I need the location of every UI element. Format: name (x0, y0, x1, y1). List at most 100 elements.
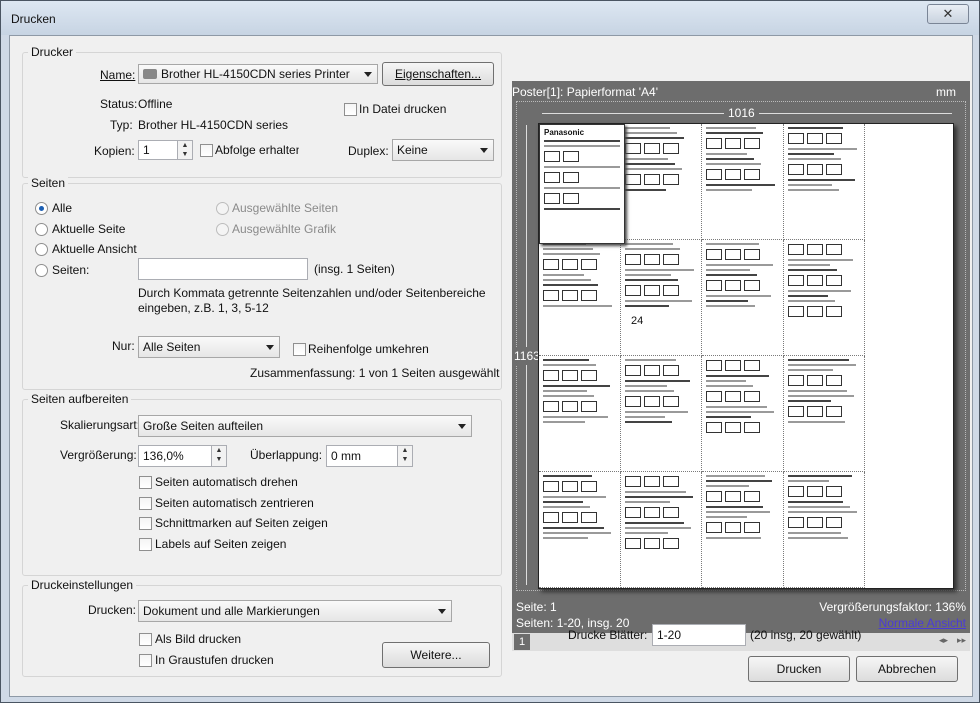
width-dimension: 1016 (724, 106, 759, 120)
print-dialog-window: Drucken ✕ Drucker Name: Brother HL-4150C… (0, 0, 980, 703)
chevron-down-icon (364, 72, 372, 77)
copies-stepper[interactable]: ▲ ▼ (177, 140, 193, 160)
scaling-value: Große Seiten aufteilen (143, 419, 264, 433)
tile-logo: Panasonic (544, 128, 585, 137)
radio-pages[interactable] (35, 264, 48, 277)
overlap-stepper[interactable]: ▲ ▼ (397, 445, 413, 467)
page-info: Seite: 1 (516, 600, 557, 614)
chevron-down-icon (438, 609, 446, 614)
spin-down-icon[interactable]: ▼ (212, 455, 226, 464)
duplex-label: Duplex: (348, 144, 389, 158)
overlap-input[interactable]: 0 mm (326, 445, 398, 467)
printer-icon (143, 69, 157, 79)
spin-up-icon[interactable]: ▲ (178, 141, 192, 150)
scaling-select[interactable]: Große Seiten aufteilen (138, 415, 472, 437)
preview-unit: mm (936, 85, 956, 99)
chevron-down-icon (480, 148, 488, 153)
zoom-stepper[interactable]: ▲ ▼ (211, 445, 227, 467)
as-image-label: Als Bild drucken (155, 632, 242, 646)
type-value: Brother HL-4150CDN series (138, 118, 289, 132)
only-select[interactable]: Alle Seiten (138, 336, 280, 358)
radio-pages-label: Seiten: (52, 263, 90, 277)
poster-tile (783, 356, 865, 472)
pages-range-input[interactable] (138, 258, 308, 280)
labels-label: Labels auf Seiten zeigen (155, 537, 287, 551)
scaling-label: Skalierungsart: (60, 418, 141, 432)
printer-name-label: Name: (100, 68, 136, 82)
zoom-input[interactable]: 136,0% (138, 445, 212, 467)
duplex-select[interactable]: Keine (392, 139, 494, 161)
poster-tile (783, 240, 865, 356)
poster-page: Panasonic 24 (538, 123, 954, 589)
grayscale-label: In Graustufen drucken (155, 653, 274, 667)
close-button[interactable]: ✕ (927, 4, 969, 24)
scroll-thumb-page[interactable]: 1 (514, 634, 530, 650)
poster-tile (620, 356, 702, 472)
normal-view-link[interactable]: Normale Ansicht (879, 616, 966, 630)
print-button[interactable]: Drucken (748, 656, 850, 682)
radio-selected-graphic-label: Ausgewählte Grafik (232, 222, 337, 236)
labels-checkbox[interactable] (139, 538, 152, 551)
grayscale-checkbox[interactable] (139, 654, 152, 667)
spin-down-icon[interactable]: ▼ (178, 150, 192, 159)
status-value: Offline (138, 97, 173, 111)
auto-rotate-checkbox[interactable] (139, 476, 152, 489)
radio-all-label: Alle (52, 201, 73, 215)
collate-checkbox[interactable] (200, 144, 213, 157)
radio-current-view[interactable] (35, 243, 48, 256)
dialog-client: Drucker Name: Brother HL-4150CDN series … (9, 35, 973, 697)
print-settings-section-title: Druckeinstellungen (28, 578, 137, 592)
sheets-info: (20 insg, 20 gewählt) (750, 628, 862, 642)
poster-preview: Poster[1]: Papierformat 'A4' mm 1016 116… (512, 81, 970, 651)
printer-section-title: Drucker (28, 45, 77, 59)
properties-button[interactable]: Eigenschaften... (382, 62, 494, 86)
cut-marks-checkbox[interactable] (139, 517, 152, 530)
poster-tile (620, 472, 702, 588)
radio-current-page[interactable] (35, 223, 48, 236)
reverse-order-checkbox[interactable] (293, 343, 306, 356)
poster-tile (620, 124, 702, 240)
spin-down-icon[interactable]: ▼ (398, 455, 412, 464)
preview-title: Poster[1]: Papierformat 'A4' (512, 85, 658, 99)
cancel-button[interactable]: Abbrechen (856, 656, 958, 682)
radio-current-view-label: Aktuelle Ansicht (52, 242, 137, 256)
scroll-prev-icon[interactable]: ◂▸ (939, 635, 948, 646)
title-bar: Drucken ✕ (1, 1, 979, 35)
sheets-label: Drucke Blätter: (568, 628, 648, 642)
sheets-input[interactable]: 1-20 (652, 624, 746, 646)
poster-tile (702, 240, 784, 356)
scroll-end-icon[interactable]: ▸▸ (957, 635, 966, 646)
spin-up-icon[interactable]: ▲ (212, 446, 226, 455)
only-label: Nur: (112, 339, 135, 353)
radio-selected-pages[interactable] (216, 202, 229, 215)
auto-center-checkbox[interactable] (139, 497, 152, 510)
poster-tile (783, 124, 865, 240)
pages-summary: Zusammenfassung: 1 von 1 Seiten ausgewäh… (250, 366, 500, 380)
printer-name-select[interactable]: Brother HL-4150CDN series Printer (138, 64, 378, 84)
reverse-order-label: Reihenfolge umkehren (308, 342, 429, 356)
spin-up-icon[interactable]: ▲ (398, 446, 412, 455)
auto-rotate-label: Seiten automatisch drehen (155, 475, 298, 489)
radio-all[interactable] (35, 202, 48, 215)
more-button[interactable]: Weitere... (382, 642, 490, 668)
pages-count: (insg. 1 Seiten) (314, 262, 395, 276)
auto-center-label: Seiten automatisch zentrieren (155, 496, 314, 510)
chevron-down-icon (458, 424, 466, 429)
collate-label: Abfolge erhalten (215, 143, 299, 157)
as-image-checkbox[interactable] (139, 633, 152, 646)
print-what-select[interactable]: Dokument und alle Markierungen (138, 600, 452, 622)
print-what-value: Dokument und alle Markierungen (143, 604, 320, 618)
overlap-label: Überlappung: (250, 448, 323, 462)
current-tile: Panasonic (539, 124, 625, 244)
copies-input[interactable]: 1 (138, 140, 178, 160)
poster-tile (539, 240, 621, 356)
only-value: Alle Seiten (143, 340, 201, 354)
copies-label: Kopien: (94, 144, 135, 158)
print-to-file-checkbox[interactable] (344, 103, 357, 116)
poster-tile (539, 356, 621, 472)
poster-tile (539, 472, 621, 588)
print-what-label: Drucken: (88, 603, 137, 617)
radio-selected-graphic[interactable] (216, 223, 229, 236)
chevron-down-icon (266, 345, 274, 350)
pages-section-title: Seiten (28, 176, 69, 190)
